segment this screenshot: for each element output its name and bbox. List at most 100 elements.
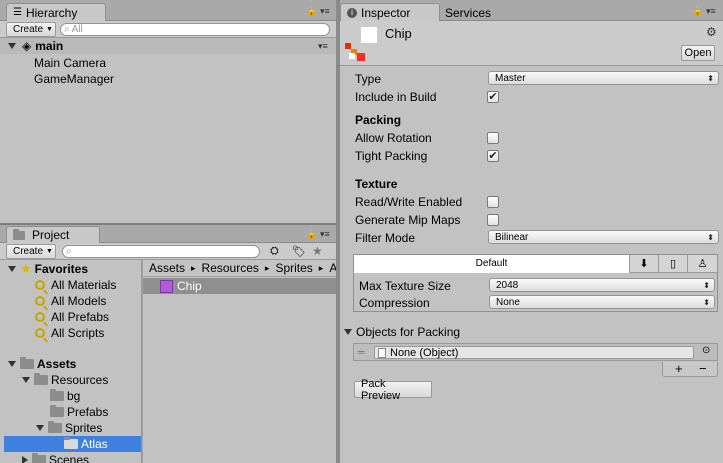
drag-handle-icon[interactable]: ═ — [358, 347, 364, 357]
hierarchy-item[interactable]: Main Camera — [34, 55, 106, 71]
read-write-checkbox[interactable] — [487, 196, 499, 208]
scene-row[interactable]: ◈ main ▾≡ — [0, 38, 336, 54]
expand-triangle-icon[interactable] — [344, 329, 352, 335]
breadcrumb-item[interactable]: Resources — [202, 261, 259, 275]
filter-by-type-icon[interactable]: ⛭ — [270, 245, 279, 258]
scene-menu-icon[interactable]: ▾≡ — [318, 41, 328, 52]
allow-rotation-checkbox[interactable] — [487, 132, 499, 144]
favorite-item[interactable]: All Materials — [35, 277, 116, 293]
folder-label: Atlas — [81, 437, 108, 451]
sprite-atlas-icon — [160, 279, 173, 293]
gear-icon[interactable]: ⚙ — [706, 25, 717, 39]
favorite-item[interactable]: All Prefabs — [35, 309, 109, 325]
expand-triangle-icon[interactable] — [8, 361, 16, 367]
folder-row[interactable]: Prefabs — [50, 404, 108, 420]
favorite-label: All Prefabs — [51, 310, 110, 324]
expand-triangle-icon[interactable] — [22, 456, 28, 463]
breadcrumb-item[interactable]: Sprites — [275, 261, 312, 275]
standalone-platform-tab[interactable]: ⬇ — [630, 255, 659, 273]
breadcrumb-item[interactable]: A — [329, 261, 336, 275]
tight-packing-checkbox[interactable]: ✔ — [487, 150, 499, 162]
type-label: Type — [355, 72, 382, 86]
panel-menu-icon[interactable]: ▾≡ — [706, 6, 716, 17]
object-picker-icon[interactable]: ⊙ — [702, 345, 710, 356]
mip-maps-checkbox[interactable] — [487, 214, 499, 226]
lock-icon[interactable]: 🔒 — [306, 229, 317, 240]
assets-row[interactable]: Assets — [8, 356, 76, 372]
hierarchy-search-input[interactable]: ⌕ All — [60, 23, 330, 36]
panel-menu-icon[interactable]: ▾≡ — [320, 229, 330, 240]
project-search-input[interactable]: ⌕ — [62, 245, 260, 258]
folder-row[interactable]: Sprites — [36, 420, 102, 436]
expand-triangle-icon[interactable] — [36, 425, 44, 431]
ios-platform-tab[interactable]: ▯ — [659, 255, 688, 273]
create-label: Create — [13, 24, 44, 35]
include-in-build-label: Include in Build — [355, 90, 437, 104]
hierarchy-tab[interactable]: ☰ Hierarchy — [6, 3, 106, 21]
object-field[interactable]: None (Object) — [374, 346, 694, 359]
expand-triangle-icon[interactable] — [8, 266, 16, 272]
objects-list: ═ None (Object) ⊙ — [353, 343, 718, 361]
search-placeholder: All — [71, 24, 83, 35]
asset-name: Chip — [177, 279, 202, 293]
default-platform-tab[interactable]: Default — [354, 255, 630, 273]
favorite-star-icon[interactable]: ★ — [312, 244, 323, 258]
project-tab-label: Project — [32, 228, 70, 242]
lock-icon[interactable]: 🔒 — [306, 6, 317, 17]
remove-item-button[interactable]: − — [699, 361, 707, 376]
favorite-item[interactable]: All Models — [35, 293, 106, 309]
project-tabstrip: Project 🔒 ▾≡ — [0, 225, 336, 243]
folder-row[interactable]: bg — [50, 388, 80, 404]
hierarchy-item[interactable]: GameManager — [34, 71, 114, 87]
folder-label: bg — [67, 389, 81, 403]
folder-icon — [48, 421, 62, 433]
hierarchy-toolbar: Create ▼ ⌕ All — [0, 21, 336, 38]
folder-label: Prefabs — [67, 405, 109, 419]
breadcrumb-item[interactable]: Assets — [149, 261, 185, 275]
max-texture-size-dropdown[interactable]: 2048 ⬍ — [489, 278, 715, 292]
add-item-button[interactable]: + — [675, 361, 683, 376]
type-dropdown[interactable]: Master ⬍ — [488, 71, 719, 85]
services-tab[interactable]: Services — [438, 3, 498, 21]
project-content: Assets ▸ Resources ▸ Sprites ▸ A Chip — [143, 260, 336, 463]
expand-triangle-icon[interactable] — [8, 43, 16, 49]
open-button[interactable]: Open — [681, 45, 715, 61]
open-label: Open — [684, 47, 712, 59]
panel-menu-icon[interactable]: ▾≡ — [320, 6, 330, 17]
project-tab[interactable]: Project — [6, 226, 100, 243]
folder-row[interactable]: Resources — [22, 372, 108, 388]
compression-value: None — [496, 296, 520, 308]
folder-icon — [32, 453, 46, 463]
compression-dropdown[interactable]: None ⬍ — [489, 295, 715, 309]
android-icon: ♙ — [697, 258, 708, 270]
search-filter-icon — [35, 328, 45, 338]
include-in-build-checkbox[interactable]: ✔ — [487, 91, 499, 103]
asset-row-selected[interactable]: Chip — [143, 278, 336, 294]
favorites-row[interactable]: ★ Favorites — [8, 261, 88, 277]
project-create-button[interactable]: Create ▼ — [6, 244, 56, 259]
favorite-item[interactable]: All Scripts — [35, 325, 104, 341]
star-icon: ★ — [20, 261, 32, 276]
document-icon — [378, 347, 386, 358]
android-platform-tab[interactable]: ♙ — [688, 255, 717, 273]
hierarchy-create-button[interactable]: Create ▼ — [6, 22, 56, 37]
filter-by-label-icon[interactable]: 🏷 — [292, 245, 306, 258]
folder-row[interactable]: Scenes — [22, 452, 89, 463]
info-icon: i — [347, 7, 357, 18]
filter-mode-value: Bilinear — [495, 231, 529, 243]
search-filter-icon — [35, 312, 45, 322]
folder-label: Resources — [51, 373, 109, 387]
objects-for-packing-header[interactable]: Objects for Packing — [344, 325, 460, 339]
inspector-tab[interactable]: i Inspector — [340, 3, 440, 21]
folder-icon — [64, 437, 78, 449]
folder-icon — [34, 373, 48, 385]
pack-preview-button[interactable]: Pack Preview — [354, 378, 432, 402]
folder-row-selected[interactable]: Atlas — [4, 436, 141, 452]
breadcrumb: Assets ▸ Resources ▸ Sprites ▸ A — [143, 260, 336, 277]
assets-label: Assets — [37, 357, 77, 371]
filter-mode-dropdown[interactable]: Bilinear ⬍ — [488, 230, 719, 244]
type-value: Master — [495, 72, 526, 84]
lock-icon[interactable]: 🔒 — [692, 6, 703, 17]
inspector-tabstrip: i Inspector Services 🔒 ▾≡ — [340, 0, 723, 21]
expand-triangle-icon[interactable] — [22, 377, 30, 383]
